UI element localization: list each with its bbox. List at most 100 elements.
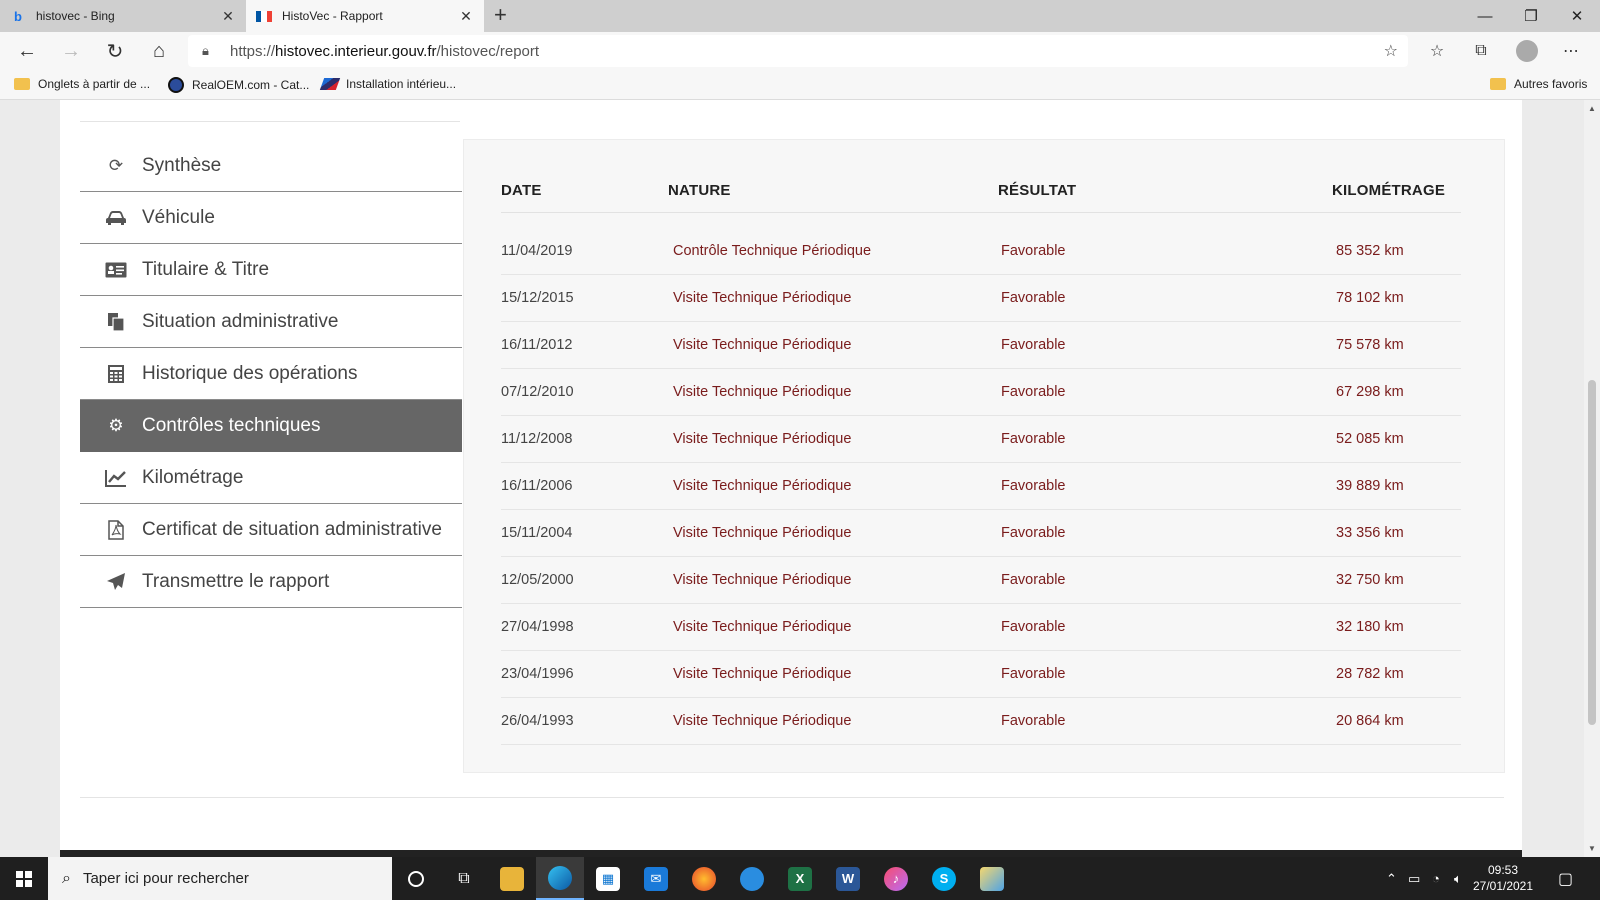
table-row: 23/04/1996 Visite Technique Périodique F…: [501, 651, 1461, 698]
mail-icon[interactable]: ✉: [632, 857, 680, 900]
address-bar: ← → ↻ ⌂ 🔒︎ https://histovec.interieur.go…: [0, 32, 1600, 70]
itunes-icon[interactable]: ♪: [872, 857, 920, 900]
paint-icon[interactable]: [968, 857, 1016, 900]
cortana-icon[interactable]: [392, 857, 440, 900]
volume-icon[interactable]: 🔈︎: [1454, 857, 1462, 900]
url-path: /histovec/report: [436, 42, 540, 60]
table-row: 27/04/1998 Visite Technique Périodique F…: [501, 604, 1461, 651]
sidebar-item-vehicule[interactable]: Véhicule: [80, 192, 462, 244]
sidebar-item-label: Situation administrative: [142, 310, 339, 332]
add-favorite-icon[interactable]: ☆: [1384, 41, 1398, 61]
favorites-icon[interactable]: ☆: [1422, 37, 1452, 65]
tab-title: HistoVec - Rapport: [282, 9, 383, 23]
cell-nature: Contrôle Technique Périodique: [673, 243, 872, 259]
task-view-icon[interactable]: ⧉: [440, 857, 488, 900]
favorite-item[interactable]: Onglets à partir de ...: [14, 77, 150, 91]
column-header-date: DATE: [501, 182, 542, 199]
restore-icon[interactable]: ❐: [1508, 0, 1554, 32]
cell-result: Favorable: [1001, 525, 1066, 541]
profile-icon[interactable]: [1512, 37, 1542, 65]
file-explorer-icon[interactable]: [488, 857, 536, 900]
cell-date: 26/04/1993: [501, 713, 574, 729]
show-hidden-icons[interactable]: ⌃: [1386, 857, 1397, 900]
home-icon[interactable]: ⌂: [144, 37, 174, 65]
wifi-icon[interactable]: ◔: [1432, 857, 1440, 900]
scroll-thumb[interactable]: [1588, 380, 1596, 725]
favorite-item[interactable]: Installation intérieu...: [319, 77, 456, 91]
sidebar-item-label: Titulaire & Titre: [142, 258, 270, 280]
url-scheme: https://: [230, 42, 276, 60]
sidebar-item-label: Véhicule: [142, 206, 215, 228]
sidebar-item-controles[interactable]: ⚙ Contrôles techniques: [80, 400, 462, 452]
sidebar-item-transmettre[interactable]: Transmettre le rapport: [80, 556, 462, 608]
sidebar-item-certificat[interactable]: Certificat de situation administrative: [80, 504, 462, 556]
more-menu-icon[interactable]: ⋯: [1556, 37, 1586, 65]
other-favorites[interactable]: Autres favoris: [1490, 77, 1587, 91]
url-field[interactable]: 🔒︎ https://histovec.interieur.gouv.fr/hi…: [188, 35, 1408, 67]
tab-histovec[interactable]: HistoVec - Rapport ✕: [246, 0, 484, 32]
clock-date: 27/01/2021: [1472, 879, 1534, 893]
battery-icon[interactable]: ▭: [1408, 857, 1420, 900]
page-footer: [60, 850, 1522, 857]
cell-nature: Visite Technique Périodique: [673, 431, 852, 447]
table-row: 26/04/1993 Visite Technique Périodique F…: [501, 698, 1461, 745]
skype-icon[interactable]: S: [920, 857, 968, 900]
scroll-up-icon[interactable]: ▲: [1584, 104, 1600, 113]
store-icon[interactable]: ▦: [584, 857, 632, 900]
sidebar-item-kilometrage[interactable]: Kilométrage: [80, 452, 462, 504]
taskbar-search[interactable]: ⌕ Taper ici pour rechercher: [48, 857, 392, 900]
cell-date: 16/11/2006: [501, 478, 573, 494]
cell-mileage: 39 889 km: [1336, 478, 1404, 494]
windows-icon: [16, 870, 32, 887]
favorite-item[interactable]: RealOEM.com - Cat...: [168, 77, 309, 93]
firefox-icon[interactable]: [680, 857, 728, 900]
sidebar-item-synthese[interactable]: ⟳ Synthèse: [80, 140, 462, 192]
back-icon[interactable]: ←: [12, 37, 42, 65]
edge-icon[interactable]: [536, 857, 584, 900]
excel-icon[interactable]: X: [776, 857, 824, 900]
cell-date: 11/04/2019: [501, 243, 573, 259]
column-header-result: RÉSULTAT: [998, 182, 1077, 199]
notifications-icon[interactable]: ▢: [1558, 857, 1573, 900]
paper-plane-icon: [104, 572, 128, 592]
sidebar-item-historique[interactable]: Historique des opérations: [80, 348, 462, 400]
sidebar-item-label: Synthèse: [142, 154, 222, 176]
taskbar-clock[interactable]: 09:53 27/01/2021: [1468, 862, 1538, 894]
clock-time: 09:53: [1487, 863, 1519, 877]
calculator-icon: [104, 364, 128, 384]
cell-date: 07/12/2010: [501, 384, 574, 400]
close-tab-icon[interactable]: ✕: [458, 8, 474, 25]
cell-date: 11/12/2008: [501, 431, 573, 447]
cell-mileage: 28 782 km: [1336, 666, 1404, 682]
cell-result: Favorable: [1001, 572, 1066, 588]
search-icon: ⌕: [62, 869, 71, 887]
sidebar-item-titulaire[interactable]: Titulaire & Titre: [80, 244, 462, 296]
scroll-down-icon[interactable]: ▼: [1584, 844, 1600, 853]
sidebar-item-label: Contrôles techniques: [142, 414, 321, 436]
sidebar-item-label: Transmettre le rapport: [142, 570, 330, 592]
cell-nature: Visite Technique Périodique: [673, 713, 852, 729]
sidebar-item-situation[interactable]: Situation administrative: [80, 296, 462, 348]
start-button[interactable]: [0, 857, 48, 900]
m-stripes-icon: [319, 78, 341, 90]
collections-icon[interactable]: ⧉: [1466, 37, 1496, 65]
cell-mileage: 75 578 km: [1336, 337, 1404, 353]
table-row: 07/12/2010 Visite Technique Périodique F…: [501, 369, 1461, 416]
new-tab-icon[interactable]: +: [494, 4, 507, 26]
close-tab-icon[interactable]: ✕: [220, 8, 236, 25]
cell-mileage: 20 864 km: [1336, 713, 1404, 729]
cell-date: 27/04/1998: [501, 619, 574, 635]
tab-bing[interactable]: b histovec - Bing ✕: [0, 0, 246, 32]
cell-result: Favorable: [1001, 337, 1066, 353]
table-row: 15/12/2015 Visite Technique Périodique F…: [501, 275, 1461, 322]
cell-date: 16/11/2012: [501, 337, 573, 353]
id-card-icon: [104, 260, 128, 280]
word-icon[interactable]: W: [824, 857, 872, 900]
forward-icon[interactable]: →: [56, 37, 86, 65]
airline-icon[interactable]: [728, 857, 776, 900]
minimize-icon[interactable]: —: [1462, 0, 1508, 32]
page-scrollbar[interactable]: ▲ ▼: [1584, 100, 1600, 857]
refresh-icon[interactable]: ↻: [100, 37, 130, 65]
close-window-icon[interactable]: ✕: [1554, 0, 1600, 32]
pdf-icon: [104, 519, 128, 540]
